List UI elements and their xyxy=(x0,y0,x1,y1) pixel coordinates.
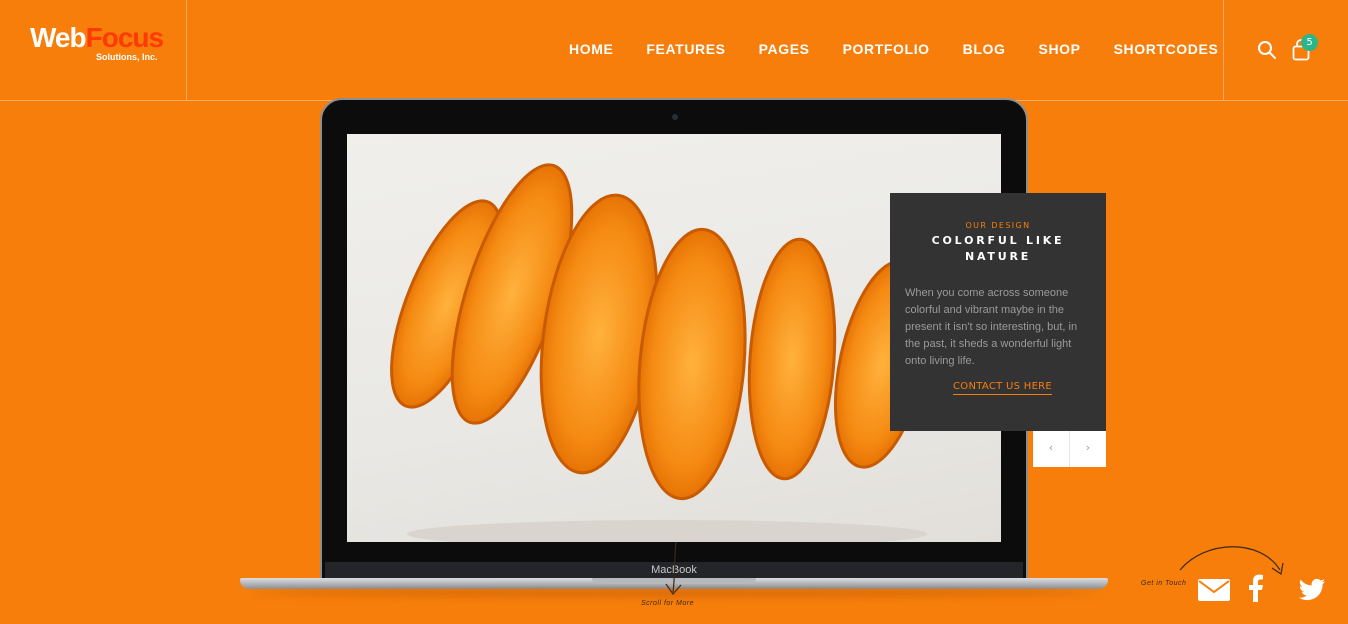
scroll-arrow-icon[interactable] xyxy=(662,540,686,598)
nav-portfolio[interactable]: PORTFOLIO xyxy=(843,41,930,57)
header-tools xyxy=(1223,0,1348,100)
nav-blog[interactable]: BLOG xyxy=(963,41,1006,57)
contact-us-link[interactable]: CONTACT US HERE xyxy=(953,381,1053,395)
card-eyebrow: OUR DESIGN xyxy=(965,221,1031,230)
laptop-camera xyxy=(672,114,678,120)
nav-pages[interactable]: PAGES xyxy=(759,41,810,57)
twitter-icon[interactable] xyxy=(1298,578,1326,602)
logo-word-focus: Focus xyxy=(85,22,164,53)
mail-icon[interactable] xyxy=(1198,579,1230,601)
logo-subtitle: Solutions, Inc. xyxy=(96,52,158,62)
nav-shortcodes[interactable]: SHORTCODES xyxy=(1114,41,1219,57)
nav-features[interactable]: FEATURES xyxy=(646,41,725,57)
nav-shop[interactable]: SHOP xyxy=(1039,41,1081,57)
cart-count-badge: 5 xyxy=(1301,34,1318,51)
logo[interactable]: WebFocus Solutions, Inc. xyxy=(30,22,164,62)
search-icon[interactable] xyxy=(1257,40,1277,60)
main-nav: HOME FEATURES PAGES PORTFOLIO BLOG SHOP … xyxy=(569,41,1251,57)
scroll-for-more-label: Scroll for More xyxy=(641,600,695,607)
nav-home[interactable]: HOME xyxy=(569,41,613,57)
logo-word-web: Web xyxy=(30,22,87,53)
curved-arrow-icon xyxy=(1179,546,1284,576)
card-title: COLORFUL LIKE NATURE xyxy=(931,234,1065,263)
logo-cell: WebFocus Solutions, Inc. xyxy=(0,0,187,100)
facebook-icon[interactable] xyxy=(1244,574,1266,602)
slider-prev-button[interactable]: ‹ xyxy=(1033,431,1070,467)
slider-next-button[interactable]: › xyxy=(1070,431,1106,467)
slide-caption-card: OUR DESIGN COLORFUL LIKE NATURE When you… xyxy=(890,193,1106,431)
card-text: When you come across someone colorful an… xyxy=(905,287,1078,367)
site-header: WebFocus Solutions, Inc. HOME FEATURES P… xyxy=(0,0,1348,101)
slider-arrows: ‹ › xyxy=(1033,431,1106,467)
